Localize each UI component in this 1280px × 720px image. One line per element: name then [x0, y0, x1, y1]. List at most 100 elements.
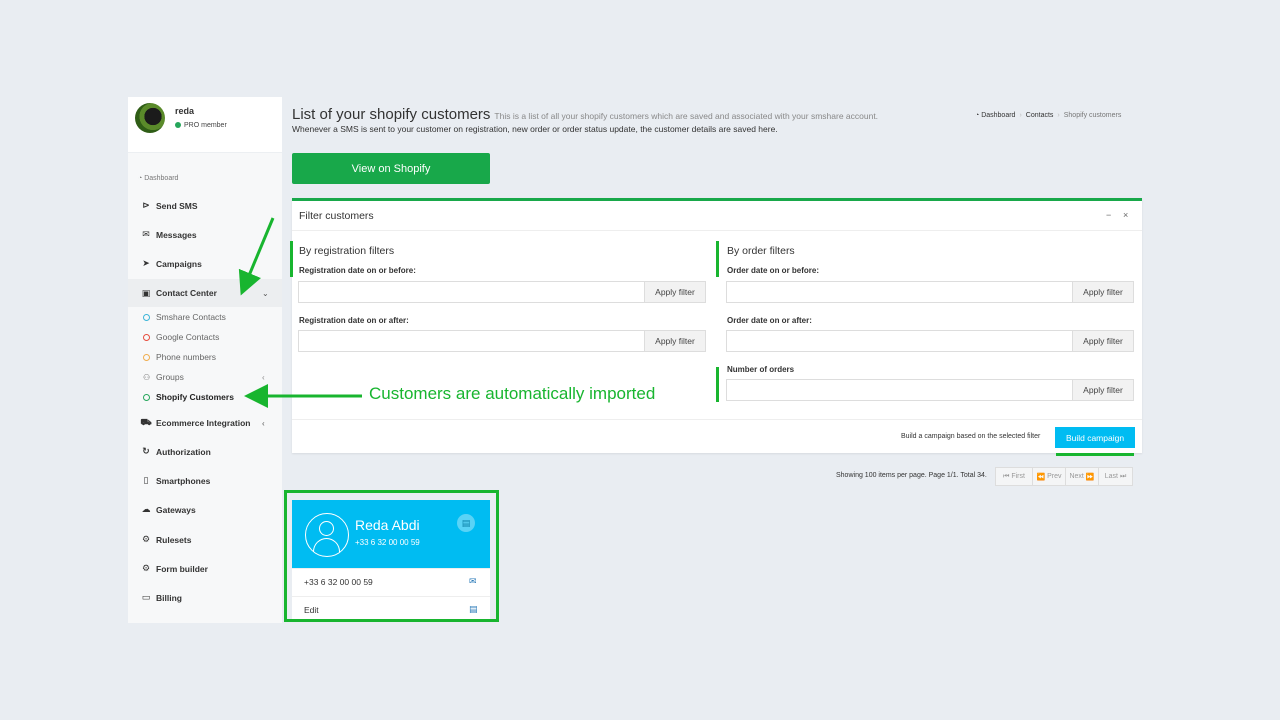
sidebar-item-billing[interactable]: ▭ Billing [140, 592, 182, 603]
page-subtitle: This is a list of all your shopify custo… [494, 111, 879, 121]
cloud-icon: ☁ [141, 504, 151, 514]
user-profile: reda PRO member [128, 97, 282, 153]
circle-icon [143, 353, 150, 361]
sidebar-item-campaigns[interactable]: ➤ Campaigns [140, 258, 202, 269]
home-icon: ◔ [975, 112, 980, 119]
sidebar-item-gateways[interactable]: ☁ Gateways [140, 504, 196, 515]
apply-filter-button[interactable]: Apply filter [645, 330, 706, 352]
envelope-icon: ✉ [142, 229, 150, 239]
apply-filter-button[interactable]: Apply filter [1073, 379, 1134, 401]
registration-before-input[interactable] [298, 281, 645, 303]
next-page-button[interactable]: Next ⏩ [1065, 467, 1099, 486]
pagination-info: Showing 100 items per page. Page 1/1. To… [836, 472, 987, 479]
mobile-icon: ▯ [143, 475, 149, 485]
registration-after-group: Apply filter [298, 330, 706, 352]
apply-filter-button[interactable]: Apply filter [645, 281, 706, 303]
sidebar-item-messages[interactable]: ✉ Messages [140, 229, 196, 240]
customer-card: Reda Abdi +33 6 32 00 00 59 ▤ +33 6 32 0… [292, 500, 490, 619]
avatar[interactable] [135, 103, 165, 133]
order-after-label: Order date on or after: [727, 316, 812, 325]
filter-panel: Filter customers − × By registration fil… [290, 198, 1142, 456]
breadcrumb-dashboard[interactable]: Dashboard [981, 112, 1015, 119]
prev-icon: ⏪ [1036, 473, 1046, 481]
prev-page-button[interactable]: ⏪ Prev [1032, 467, 1066, 486]
sidebar-item-rulesets[interactable]: ⚙ Rulesets [140, 534, 191, 545]
sidebar-subitem-phone-numbers[interactable]: Phone numbers [143, 352, 216, 362]
highlight-underline [1056, 453, 1134, 456]
id-card-icon[interactable]: ▤ [457, 514, 475, 532]
section-accent-bar [716, 241, 719, 277]
registration-before-label: Registration date on or before: [299, 266, 416, 275]
online-dot-icon [175, 122, 181, 128]
registration-before-group: Apply filter [298, 281, 706, 303]
sidebar-subitem-groups[interactable]: ⚇ Groups ‹ [143, 372, 273, 382]
number-of-orders-group: Apply filter [726, 379, 1134, 401]
envelope-icon[interactable]: ✉ [469, 576, 477, 587]
cart-icon: ⛟ [140, 417, 152, 427]
section-accent-bar [290, 241, 293, 277]
users-icon: ⚇ [143, 372, 151, 382]
customer-phone: +33 6 32 00 00 59 [355, 538, 420, 547]
pagination: ⏮ First ⏪ Prev Next ⏩ Last ⏭ [995, 467, 1133, 486]
sidebar-subitem-shopify-customers[interactable]: Shopify Customers [143, 392, 234, 402]
build-campaign-hint: Build a campaign based on the selected f… [901, 433, 1041, 440]
customer-edit-row[interactable]: Edit ▤ [292, 596, 490, 622]
paper-plane-icon: ⊳ [142, 200, 150, 210]
next-icon: ⏩ [1085, 473, 1095, 481]
breadcrumb-contacts[interactable]: Contacts [1026, 112, 1054, 119]
page-title: List of your shopify customers This is a … [292, 106, 879, 123]
first-page-button[interactable]: ⏮ First [995, 467, 1033, 486]
order-before-group: Apply filter [726, 281, 1134, 303]
section-accent-bar [716, 367, 719, 402]
sidebar-item-ecommerce-integration[interactable]: ⛟ Ecommerce Integration ‹ [140, 417, 282, 429]
money-icon: ▭ [141, 592, 151, 602]
sidebar-item-form-builder[interactable]: ⚙ Form builder [140, 563, 208, 574]
first-icon: ⏮ [1003, 472, 1010, 480]
order-after-input[interactable] [726, 330, 1073, 352]
dashboard-icon: ◔ [138, 175, 143, 182]
order-filters-title: By order filters [727, 245, 795, 257]
refresh-icon: ↻ [142, 446, 150, 456]
sidebar-item-authorization[interactable]: ↻ Authorization [140, 446, 211, 457]
number-of-orders-label: Number of orders [727, 365, 795, 374]
breadcrumb-current: Shopify customers [1063, 112, 1122, 119]
contact-book-icon: ▣ [141, 287, 151, 298]
circle-icon [143, 393, 150, 401]
customer-card-header: Reda Abdi +33 6 32 00 00 59 ▤ [292, 500, 490, 568]
last-page-button[interactable]: Last ⏭ [1098, 467, 1133, 486]
breadcrumb: ◔ Dashboard › Contacts › Shopify customers [975, 112, 1122, 119]
registration-after-input[interactable] [298, 330, 645, 352]
order-before-label: Order date on or before: [727, 266, 820, 275]
close-icon[interactable]: × [1123, 210, 1128, 220]
cogs-icon: ⚙ [141, 563, 151, 573]
sidebar-item-send-sms[interactable]: ⊳ Send SMS [140, 200, 197, 211]
sidebar-subitem-smshare-contacts[interactable]: Smshare Contacts [143, 312, 226, 322]
user-name: reda [175, 106, 195, 116]
sidebar: reda PRO member ◔ Dashboard ⊳ Send SMS ✉ M… [128, 97, 282, 623]
customer-phone-row[interactable]: +33 6 32 00 00 59 ✉ [292, 568, 490, 594]
customer-name: Reda Abdi [355, 517, 420, 533]
sidebar-item-contact-center[interactable]: ▣ Contact Center ⌄ [128, 279, 282, 307]
nav-header-dashboard[interactable]: ◔ Dashboard [138, 175, 178, 182]
order-before-input[interactable] [726, 281, 1073, 303]
circle-icon [143, 313, 150, 321]
user-status: PRO member [175, 122, 227, 129]
registration-filters-title: By registration filters [299, 245, 395, 257]
apply-filter-button[interactable]: Apply filter [1073, 281, 1134, 303]
filter-panel-title: Filter customers [299, 210, 374, 222]
user-icon [305, 513, 349, 557]
chevron-left-icon: ‹ [262, 418, 265, 428]
build-campaign-button[interactable]: Build campaign [1055, 427, 1135, 448]
apply-filter-button[interactable]: Apply filter [1073, 330, 1134, 352]
minimize-icon[interactable]: − [1106, 210, 1111, 220]
sidebar-subitem-google-contacts[interactable]: Google Contacts [143, 332, 219, 342]
sidebar-item-smartphones[interactable]: ▯ Smartphones [140, 475, 211, 486]
circle-icon [143, 333, 150, 341]
number-of-orders-input[interactable] [726, 379, 1073, 401]
chevron-left-icon: ‹ [262, 372, 265, 382]
id-card-icon[interactable]: ▤ [469, 604, 478, 615]
view-on-shopify-button[interactable]: View on Shopify [292, 153, 490, 184]
page-description: Whenever a SMS is sent to your customer … [292, 124, 778, 134]
gears-icon: ⚙ [141, 534, 151, 544]
registration-after-label: Registration date on or after: [299, 316, 409, 325]
